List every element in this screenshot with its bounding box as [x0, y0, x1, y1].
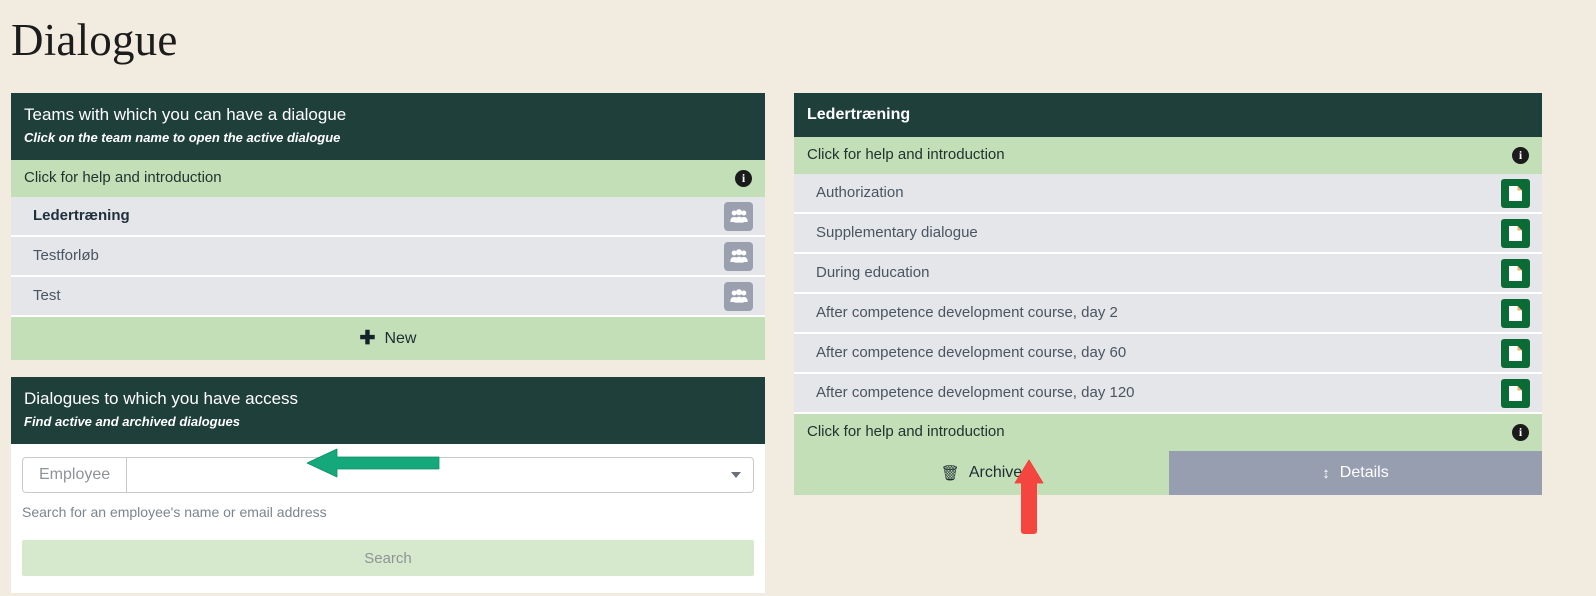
- table-row[interactable]: After competence development course, day…: [794, 374, 1542, 414]
- dialogue-help-strip-bottom[interactable]: Click for help and introduction i: [794, 414, 1542, 451]
- team-icon[interactable]: [724, 241, 753, 271]
- team-name-label: Testforløb: [33, 247, 99, 264]
- dialogue-help-strip-top[interactable]: Click for help and introduction i: [794, 137, 1542, 174]
- document-icon[interactable]: [1501, 378, 1530, 408]
- table-row[interactable]: After competence development course, day…: [794, 334, 1542, 374]
- team-name-label: Test: [33, 287, 61, 304]
- team-icon[interactable]: [724, 281, 753, 311]
- dialogue-name-label: After competence development course, day…: [816, 304, 1118, 321]
- teams-help-strip[interactable]: Click for help and introduction i: [11, 160, 765, 197]
- dialogue-footer-actions: 🗑 Archive ↕ Details: [794, 451, 1542, 495]
- dialogue-panel-header: Ledertræning: [794, 93, 1542, 137]
- team-icon[interactable]: [724, 201, 753, 231]
- access-panel-title: Dialogues to which you have access: [24, 389, 299, 408]
- table-row[interactable]: During education: [794, 254, 1542, 294]
- new-team-label: New: [384, 329, 417, 347]
- table-row[interactable]: Authorization: [794, 174, 1542, 214]
- plus-icon: ✚: [359, 328, 376, 349]
- info-icon[interactable]: i: [735, 169, 752, 187]
- details-button-label: Details: [1339, 464, 1389, 481]
- info-icon[interactable]: i: [1512, 423, 1529, 441]
- dialogue-name-label: During education: [816, 264, 930, 281]
- new-team-button[interactable]: ✚ New: [11, 317, 765, 360]
- access-panel: Dialogues to which you have access Find …: [11, 377, 765, 593]
- teams-panel: Teams with which you can have a dialogue…: [11, 93, 765, 360]
- left-column: Teams with which you can have a dialogue…: [11, 93, 765, 593]
- up-down-arrow-icon: ↕: [1322, 464, 1330, 482]
- dialogue-name-label: After competence development course, day…: [816, 344, 1127, 361]
- archive-button[interactable]: 🗑 Archive: [794, 451, 1169, 495]
- chevron-down-icon: [731, 472, 741, 478]
- document-icon[interactable]: [1501, 258, 1530, 288]
- document-icon[interactable]: [1501, 218, 1530, 248]
- page-title: Dialogue: [11, 15, 178, 65]
- table-row[interactable]: Test: [11, 277, 765, 317]
- employee-search-form: Employee Search for an employee's name o…: [11, 444, 765, 593]
- employee-select[interactable]: [127, 458, 753, 492]
- dialogue-panel-title: Ledertræning: [807, 106, 911, 123]
- table-row[interactable]: Testforløb: [11, 237, 765, 277]
- dialogue-help-label-top: Click for help and introduction: [807, 146, 1005, 163]
- employee-search-input-group: Employee: [22, 457, 754, 493]
- table-row[interactable]: After competence development course, day…: [794, 294, 1542, 334]
- right-column: Ledertræning Click for help and introduc…: [794, 93, 1542, 495]
- info-icon[interactable]: i: [1512, 146, 1529, 164]
- document-icon[interactable]: [1501, 338, 1530, 368]
- table-row[interactable]: Ledertræning: [11, 197, 765, 237]
- teams-panel-subtitle: Click on the team name to open the activ…: [24, 130, 341, 145]
- document-icon[interactable]: [1501, 178, 1530, 208]
- team-name-label: Ledertræning: [33, 207, 130, 224]
- trash-icon: 🗑: [940, 464, 960, 482]
- dialogue-name-label: Authorization: [816, 184, 904, 201]
- details-button[interactable]: ↕ Details: [1169, 451, 1542, 495]
- dialogue-name-label: Supplementary dialogue: [816, 224, 978, 241]
- dialogue-panel: Ledertræning Click for help and introduc…: [794, 93, 1542, 495]
- teams-panel-title: Teams with which you can have a dialogue: [24, 105, 347, 124]
- access-panel-header: Dialogues to which you have access Find …: [11, 377, 765, 444]
- table-row[interactable]: Supplementary dialogue: [794, 214, 1542, 254]
- employee-label: Employee: [23, 458, 128, 492]
- archive-button-label: Archive: [968, 464, 1023, 481]
- teams-panel-header: Teams with which you can have a dialogue…: [11, 93, 765, 160]
- search-button[interactable]: Search: [22, 540, 754, 576]
- access-panel-subtitle: Find active and archived dialogues: [24, 414, 241, 429]
- teams-help-label: Click for help and introduction: [24, 169, 222, 186]
- employee-search-hint: Search for an employee's name or email a…: [22, 504, 327, 520]
- dialogue-help-label-bottom: Click for help and introduction: [807, 423, 1005, 440]
- dialogue-name-label: After competence development course, day…: [816, 384, 1135, 401]
- document-icon[interactable]: [1501, 298, 1530, 328]
